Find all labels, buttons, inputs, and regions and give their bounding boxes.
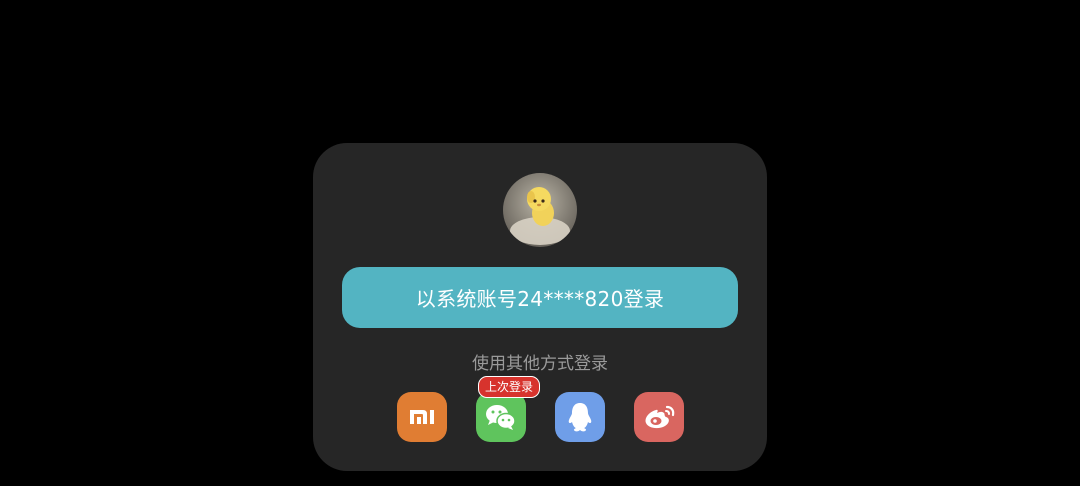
weibo-login-button[interactable] [634, 392, 684, 442]
avatar [503, 173, 577, 247]
qq-icon [568, 403, 592, 432]
screen: 以系统账号24****820登录 使用其他方式登录 上次登录 [0, 0, 1080, 486]
system-account-login-button[interactable]: 以系统账号24****820登录 [342, 267, 738, 328]
xiaomi-icon [410, 410, 434, 424]
login-dialog: 以系统账号24****820登录 使用其他方式登录 上次登录 [313, 143, 767, 471]
xiaomi-login-button[interactable] [397, 392, 447, 442]
qq-login-button[interactable] [555, 392, 605, 442]
wechat-icon [486, 405, 516, 430]
weibo-icon [645, 405, 675, 429]
avatar-image [510, 187, 570, 245]
last-login-badge: 上次登录 [478, 376, 541, 398]
login-provider-row: 上次登录 [397, 376, 687, 444]
other-login-methods-label: 使用其他方式登录 [472, 354, 608, 374]
wechat-login-button[interactable] [476, 392, 526, 442]
